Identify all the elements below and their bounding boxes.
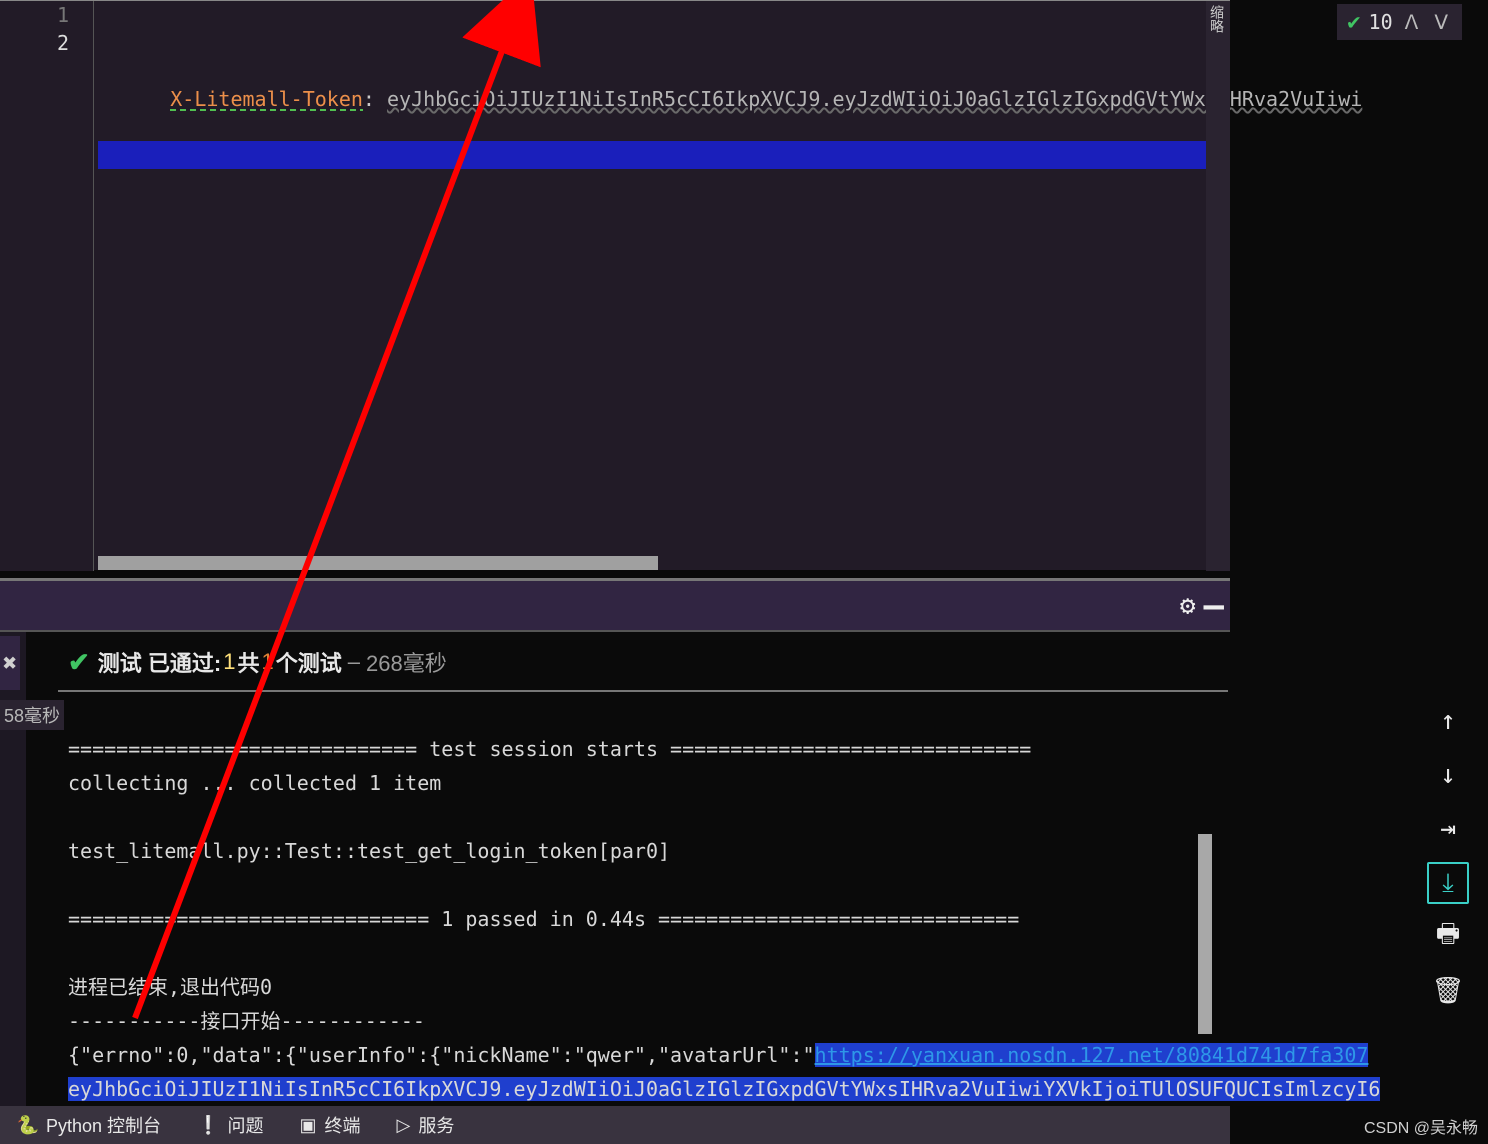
trash-icon[interactable]: 🗑 [1427, 970, 1469, 1012]
print-icon[interactable]: 🖶 [1427, 916, 1469, 958]
tab-terminal[interactable]: ▣ 终端 [281, 1112, 378, 1138]
tab-problems[interactable]: ❕ 问题 [179, 1112, 281, 1138]
line-number: 2 [0, 29, 93, 57]
code-content[interactable]: X-Litemall-Token: eyJhbGciOiJIUzI1NiIsIn… [98, 1, 1226, 225]
console-line: collecting ... collected 1 item [68, 771, 441, 795]
editor-minimap-strip: 缩略 [1206, 1, 1230, 571]
url-link[interactable]: https://yanxuan.nosdn.127.net/80841d741d… [815, 1043, 1369, 1067]
gear-icon[interactable]: ⚙ [1180, 591, 1196, 621]
editor-gutter: 1 2 [0, 1, 94, 571]
watermark-text: CSDN @吴永畅 [1364, 1114, 1478, 1138]
bottom-tab-bar: 🐍 Python 控制台 ❕ 问题 ▣ 终端 ▷ 服务 [0, 1106, 1230, 1144]
http-header-key: X-Litemall-Token [170, 87, 363, 111]
arrow-down-icon[interactable]: ↓ [1427, 754, 1469, 796]
find-result-widget: ✔ 10 ᐱ ᐯ [1337, 4, 1462, 40]
scrollbar-thumb[interactable] [98, 556, 658, 570]
find-count: 10 [1369, 10, 1393, 34]
minimize-icon[interactable]: — [1204, 601, 1224, 611]
console-line: {"errno":0,"data":{"userInfo":{"nickName… [68, 1043, 1368, 1067]
console-toolbar: ↑ ↓ ⇥ ⤓ 🖶 🗑 [1426, 700, 1470, 1012]
console-line: 进程已结束,退出代码0 [68, 975, 272, 999]
tab-label: 服务 [418, 1112, 454, 1138]
scroll-to-end-icon[interactable]: ⤓ [1427, 862, 1469, 904]
active-line-highlight [98, 141, 1224, 169]
console-line: -----------接口开始------------ [68, 1009, 425, 1033]
minimap-label: 缩略 [1206, 1, 1226, 33]
tab-label: Python 控制台 [46, 1112, 161, 1138]
summary-tail: 个测试 [276, 646, 342, 678]
http-header-sep: : [363, 87, 387, 111]
console-line: ============================== 1 passed … [68, 907, 1019, 931]
collapse-icon[interactable]: ✖ [0, 636, 20, 690]
console-line: eyJhbGciOiJIUzI1NiIsInR5cCI6IkpXVCJ9.eyJ… [68, 1077, 1380, 1101]
tab-label: 终端 [324, 1112, 360, 1138]
tree-time-label: 58毫秒 [0, 700, 64, 730]
tab-python-console[interactable]: 🐍 Python 控制台 [0, 1112, 179, 1138]
passed-count: 1 [223, 649, 235, 675]
play-icon: ▷ [396, 1115, 410, 1136]
panel-header: ⚙ — [0, 578, 1230, 632]
console-line: ============================= test sessi… [68, 737, 1031, 761]
python-icon: 🐍 [18, 1115, 38, 1135]
editor-horizontal-scrollbar[interactable] [98, 556, 718, 570]
test-output-panel: ============================= test sessi… [58, 690, 1228, 1140]
warning-icon: ❕ [197, 1115, 219, 1136]
terminal-icon: ▣ [299, 1115, 316, 1136]
summary-dash: – [348, 649, 360, 675]
tab-label: 问题 [227, 1112, 263, 1138]
line-number: 1 [0, 1, 93, 29]
check-icon: ✔ [1347, 10, 1360, 35]
soft-wrap-icon[interactable]: ⇥ [1427, 808, 1469, 850]
code-editor[interactable]: 1 2 X-Litemall-Token: eyJhbGciOiJIUzI1Ni… [0, 0, 1230, 570]
console-text[interactable]: ============================= test sessi… [68, 698, 1158, 1140]
total-count: 1 [262, 649, 274, 675]
arrow-up-icon[interactable]: ↑ [1427, 700, 1469, 742]
summary-time: 268毫秒 [366, 646, 447, 678]
tab-services[interactable]: ▷ 服务 [378, 1112, 472, 1138]
console-vertical-scrollbar[interactable] [1198, 700, 1212, 1130]
test-summary-row: ✔ 测试 已通过: 1 共 1 个测试 – 268毫秒 [0, 636, 1230, 688]
find-prev-icon[interactable]: ᐱ [1401, 10, 1423, 34]
scrollbar-thumb[interactable] [1198, 834, 1212, 1034]
summary-label: 测试 已通过: [98, 646, 221, 678]
check-icon: ✔ [68, 647, 90, 678]
summary-sep: 共 [238, 646, 260, 678]
find-next-icon[interactable]: ᐯ [1430, 10, 1452, 34]
console-line: test_litemall.py::Test::test_get_login_t… [68, 839, 682, 863]
